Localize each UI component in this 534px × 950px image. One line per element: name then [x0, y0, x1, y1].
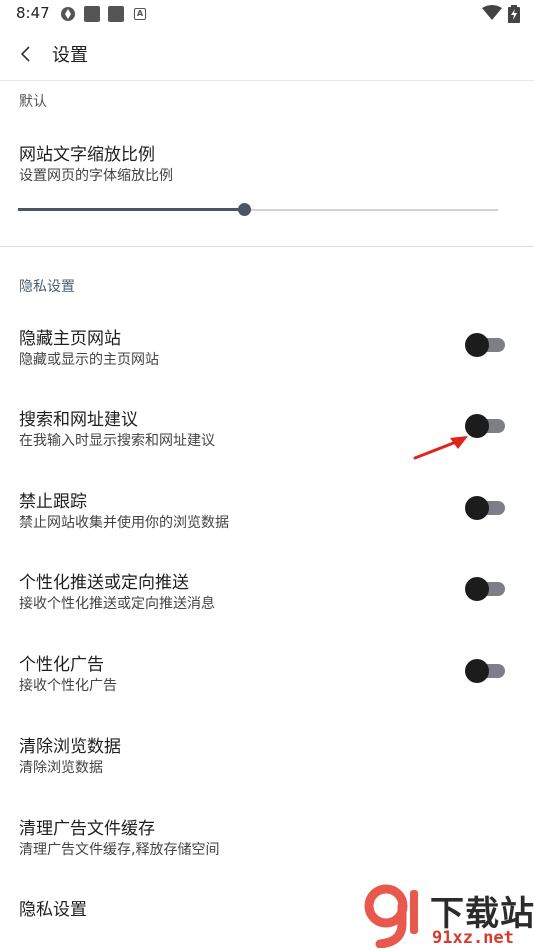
- font-scale-slider[interactable]: [18, 203, 498, 219]
- setting-subtitle: 在我输入时显示搜索和网址建议: [19, 433, 215, 449]
- back-button[interactable]: [10, 38, 42, 70]
- setting-subtitle: 接收个性化推送或定向推送消息: [19, 596, 215, 612]
- a-badge-icon: A: [134, 8, 146, 20]
- setting-title: 个性化广告: [19, 655, 104, 675]
- wifi-icon: [482, 5, 502, 20]
- status-time: 8:47: [16, 4, 50, 22]
- annotation-arrow-icon: [413, 436, 468, 460]
- square-icon: [84, 6, 100, 22]
- personalized-push-toggle[interactable]: [465, 577, 507, 601]
- toggle-thumb: [465, 333, 489, 357]
- section-divider: [0, 246, 534, 247]
- setting-title: 隐私设置: [19, 900, 87, 920]
- do-not-track-toggle[interactable]: [465, 496, 507, 520]
- setting-title: 搜索和网址建议: [19, 410, 138, 430]
- hide-homepage-sites-toggle[interactable]: [465, 333, 507, 357]
- font-scale-title: 网站文字缩放比例: [19, 145, 155, 165]
- setting-title: 个性化推送或定向推送: [19, 573, 189, 593]
- setting-subtitle: 清除浏览数据: [19, 760, 103, 776]
- setting-subtitle: 清理广告文件缓存,释放存储空间: [19, 842, 220, 858]
- watermark: 下载站 91xz.net: [362, 884, 534, 948]
- personalized-ads-toggle[interactable]: [465, 659, 507, 683]
- setting-title: 清除浏览数据: [19, 737, 121, 757]
- setting-title: 清理广告文件缓存: [19, 819, 155, 839]
- watermark-url: 91xz.net: [432, 928, 514, 948]
- section-label-privacy: 隐私设置: [19, 279, 75, 295]
- setting-subtitle: 接收个性化广告: [19, 678, 117, 694]
- page-title: 设置: [52, 45, 88, 66]
- font-scale-subtitle: 设置网页的字体缩放比例: [19, 168, 173, 184]
- chevron-left-icon: [20, 46, 30, 62]
- search-suggestions-toggle[interactable]: [465, 414, 507, 438]
- slider-fill: [18, 208, 244, 211]
- toggle-thumb: [465, 577, 489, 601]
- toggle-thumb: [465, 496, 489, 520]
- battery-charging-icon: [508, 5, 520, 23]
- status-bar: 8:47 A: [0, 0, 534, 28]
- setting-subtitle: 禁止网站收集并使用你的浏览数据: [19, 515, 229, 531]
- section-label-default: 默认: [19, 94, 47, 110]
- slider-thumb[interactable]: [238, 203, 251, 216]
- 9-logo-icon: [364, 884, 418, 948]
- setting-title: 隐藏主页网站: [19, 329, 121, 349]
- toggle-thumb: [465, 659, 489, 683]
- square-icon: [108, 6, 124, 22]
- aperture-icon: [61, 7, 75, 21]
- setting-subtitle: 隐藏或显示的主页网站: [19, 352, 159, 368]
- setting-title: 禁止跟踪: [19, 492, 87, 512]
- app-bar: 设置: [0, 28, 534, 81]
